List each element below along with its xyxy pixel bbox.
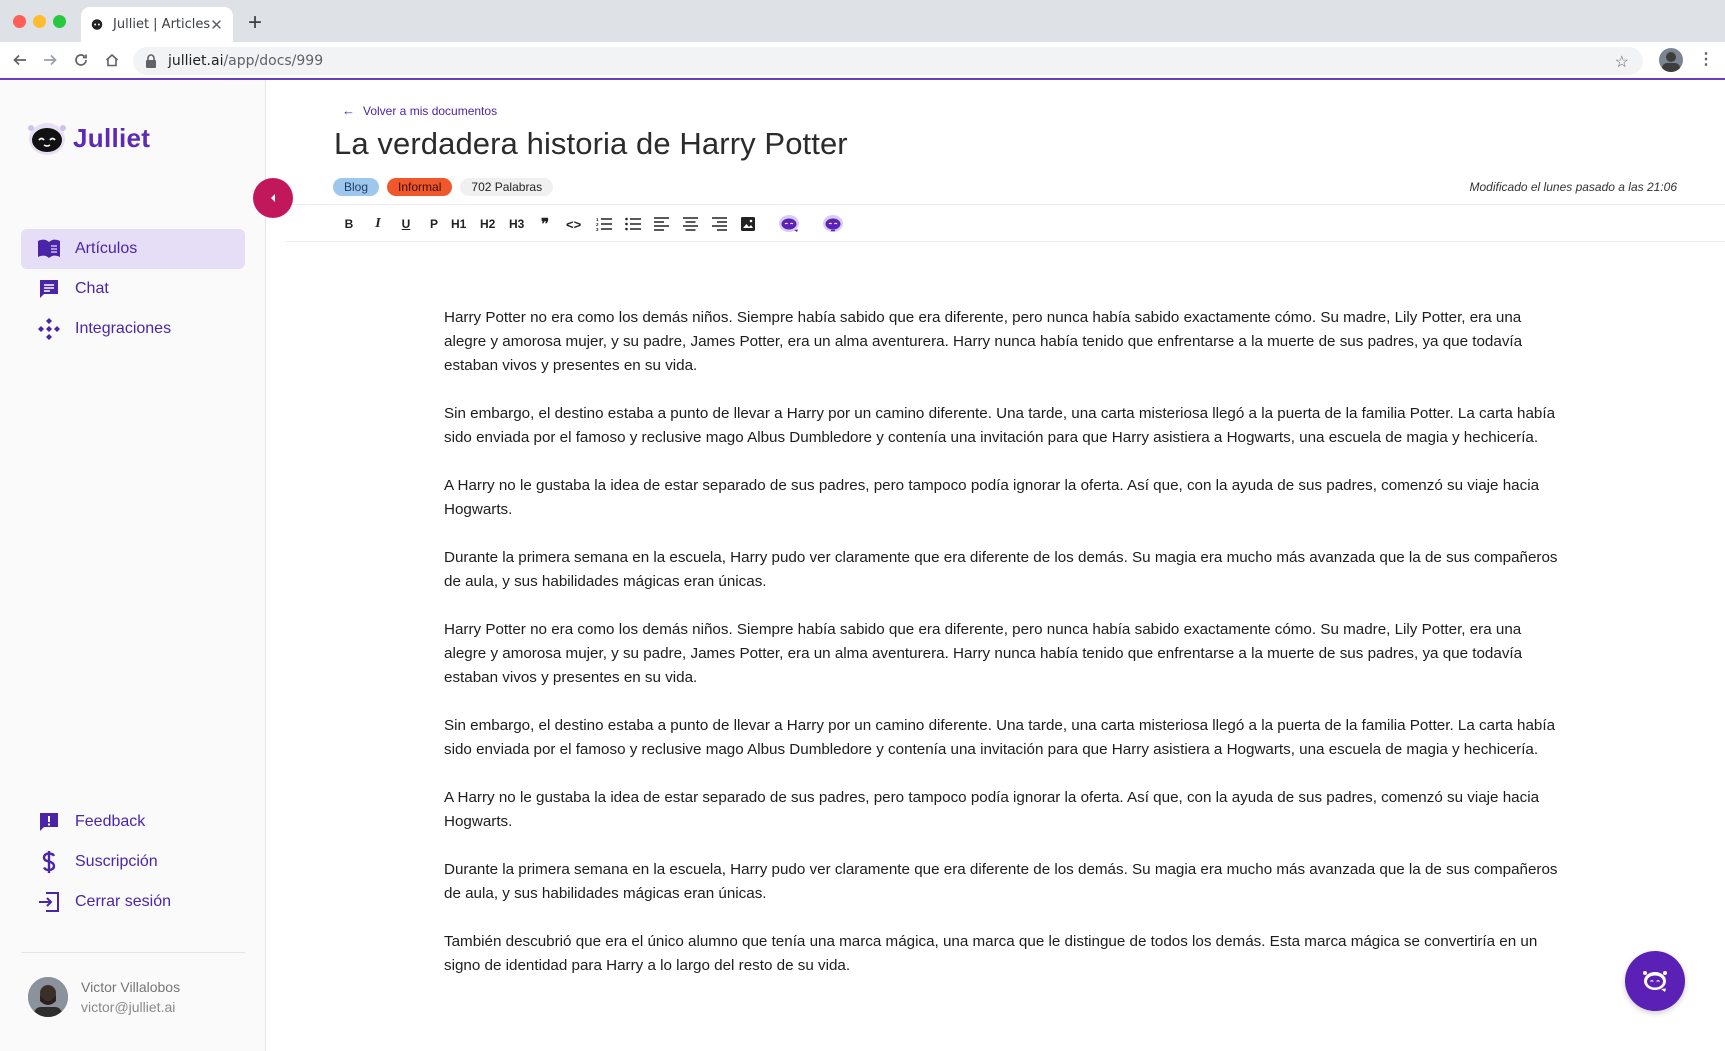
back-arrow-icon: ←: [342, 103, 355, 118]
sidebar-item-label: Artículos: [75, 240, 138, 257]
bookmark-star-icon[interactable]: ☆: [1615, 52, 1629, 72]
address-bar[interactable]: julliet.ai/app/docs/999 ☆: [133, 47, 1643, 75]
paragraph: Harry Potter no era como los demás niños…: [444, 309, 1523, 374]
avatar: [28, 977, 68, 1017]
align-left-icon[interactable]: [654, 215, 669, 233]
browser-tab-strip: Julliet | Articles ✕ +: [0, 0, 1725, 42]
document-title[interactable]: La verdadera historia de Harry Potter: [334, 126, 848, 162]
heading-3-button[interactable]: H3: [509, 215, 524, 233]
paragraph: Sin embargo, el destino estaba a punto d…: [444, 405, 1556, 446]
new-tab-button[interactable]: +: [248, 11, 262, 35]
ai-assistant-icon[interactable]: [778, 212, 800, 234]
robot-assistant-icon: [1643, 971, 1667, 992]
assistant-chat-button[interactable]: [1625, 951, 1685, 1011]
user-details: Victor Villalobos victor@julliet.ai: [81, 977, 180, 1017]
forward-arrow-icon[interactable]: [40, 50, 60, 70]
document-body[interactable]: Harry Potter no era como los demás niños…: [444, 306, 1564, 1002]
sidebar-item-label: Cerrar sesión: [75, 893, 172, 910]
paragraph: A Harry no le gustaba la idea de estar s…: [444, 477, 1540, 518]
home-icon[interactable]: [102, 50, 122, 70]
chat-icon: [37, 277, 61, 301]
align-center-icon[interactable]: [683, 215, 698, 233]
integrations-icon: [37, 317, 61, 341]
tab-close-icon[interactable]: ✕: [210, 16, 223, 34]
back-to-documents-link[interactable]: ← Volver a mis documentos: [342, 103, 497, 118]
user-email: victor@julliet.ai: [81, 999, 176, 1015]
sidebar-item-label: Chat: [75, 280, 109, 297]
back-link-label: Volver a mis documentos: [363, 103, 498, 118]
sidebar-item-cerrar-sesion[interactable]: Cerrar sesión: [21, 882, 245, 922]
brand-name: Julliet: [73, 122, 151, 153]
user-name: Victor Villalobos: [81, 979, 181, 995]
sidebar-item-feedback[interactable]: Feedback: [21, 802, 245, 842]
browser-menu-icon[interactable]: ⋮: [1698, 50, 1714, 70]
paragraph: También descubrió que era el único alumn…: [444, 933, 1538, 974]
italic-button[interactable]: I: [371, 215, 385, 233]
window-close-button[interactable]: [13, 15, 26, 28]
julliet-robot-logo-icon: [28, 123, 66, 155]
brand-logo[interactable]: Julliet: [27, 120, 150, 156]
last-modified-text: Modificado el lunes pasado a las 21:06: [1469, 180, 1677, 194]
paragraph: Sin embargo, el destino estaba a punto d…: [444, 717, 1556, 758]
formatting-toolbar: B I U P H1 H2 H3 ❞ <> 123: [285, 204, 1725, 242]
dollar-icon: [37, 850, 61, 874]
reload-icon[interactable]: [71, 50, 91, 70]
browser-toolbar: julliet.ai/app/docs/999 ☆ ⋮: [0, 42, 1725, 80]
heading-2-button[interactable]: H2: [480, 215, 495, 233]
sidebar-item-label: Suscripción: [75, 853, 158, 870]
sidebar-item-chat[interactable]: Chat: [21, 269, 245, 309]
bold-button[interactable]: B: [342, 215, 356, 233]
logout-icon: [37, 890, 61, 914]
tab-title: Julliet | Articles: [113, 17, 211, 32]
document-editor: ← Volver a mis documentos La verdadera h…: [267, 80, 1725, 1051]
sidebar-item-label: Integraciones: [75, 320, 172, 337]
paragraph: Durante la primera semana en la escuela,…: [444, 549, 1558, 590]
tag-tone: Informal: [387, 178, 453, 196]
sidebar: Julliet Artículos Chat Integraciones Fee…: [0, 80, 266, 1051]
user-profile[interactable]: Victor Villalobos victor@julliet.ai: [28, 977, 180, 1017]
underline-button[interactable]: U: [399, 215, 413, 233]
window-minimize-button[interactable]: [33, 15, 46, 28]
blockquote-button[interactable]: ❞: [538, 215, 552, 233]
paragraph: A Harry no le gustaba la idea de estar s…: [444, 789, 1540, 830]
browser-tab[interactable]: Julliet | Articles ✕: [81, 7, 233, 42]
svg-text:3: 3: [596, 227, 599, 231]
code-button[interactable]: <>: [566, 215, 581, 233]
paragraph: Durante la primera semana en la escuela,…: [444, 861, 1558, 902]
collapse-sidebar-button[interactable]: [253, 178, 293, 218]
paragraph-button[interactable]: P: [427, 215, 441, 233]
insert-image-icon[interactable]: [741, 215, 755, 233]
lock-icon: [146, 54, 156, 68]
julliet-favicon-icon: [91, 19, 103, 30]
url-path: /app/docs/999: [223, 53, 324, 69]
tag-type: Blog: [333, 178, 380, 196]
bullet-list-icon[interactable]: [625, 215, 641, 233]
sidebar-item-label: Feedback: [75, 813, 146, 830]
chevron-left-icon: [271, 194, 275, 202]
window-maximize-button[interactable]: [53, 15, 66, 28]
browser-profile-avatar[interactable]: [1659, 48, 1683, 72]
word-count-badge: 702 Palabras: [460, 178, 554, 196]
feedback-icon: [37, 810, 61, 834]
heading-1-button[interactable]: H1: [451, 215, 466, 233]
ai-rewrite-icon[interactable]: [822, 212, 844, 234]
back-arrow-icon[interactable]: [10, 50, 30, 70]
sidebar-item-integraciones[interactable]: Integraciones: [21, 309, 245, 349]
document-tags: Blog Informal 702 Palabras: [333, 178, 554, 196]
sidebar-item-suscripcion[interactable]: Suscripción: [21, 842, 245, 882]
align-right-icon[interactable]: [712, 215, 727, 233]
sidebar-divider: [21, 952, 245, 953]
url-text: julliet.ai/app/docs/999: [168, 53, 323, 69]
book-open-icon: [37, 237, 61, 261]
url-host: julliet.ai: [168, 53, 224, 69]
ordered-list-icon[interactable]: 123: [596, 215, 612, 233]
paragraph: Harry Potter no era como los demás niños…: [444, 621, 1523, 686]
sidebar-item-articulos[interactable]: Artículos: [21, 229, 245, 269]
